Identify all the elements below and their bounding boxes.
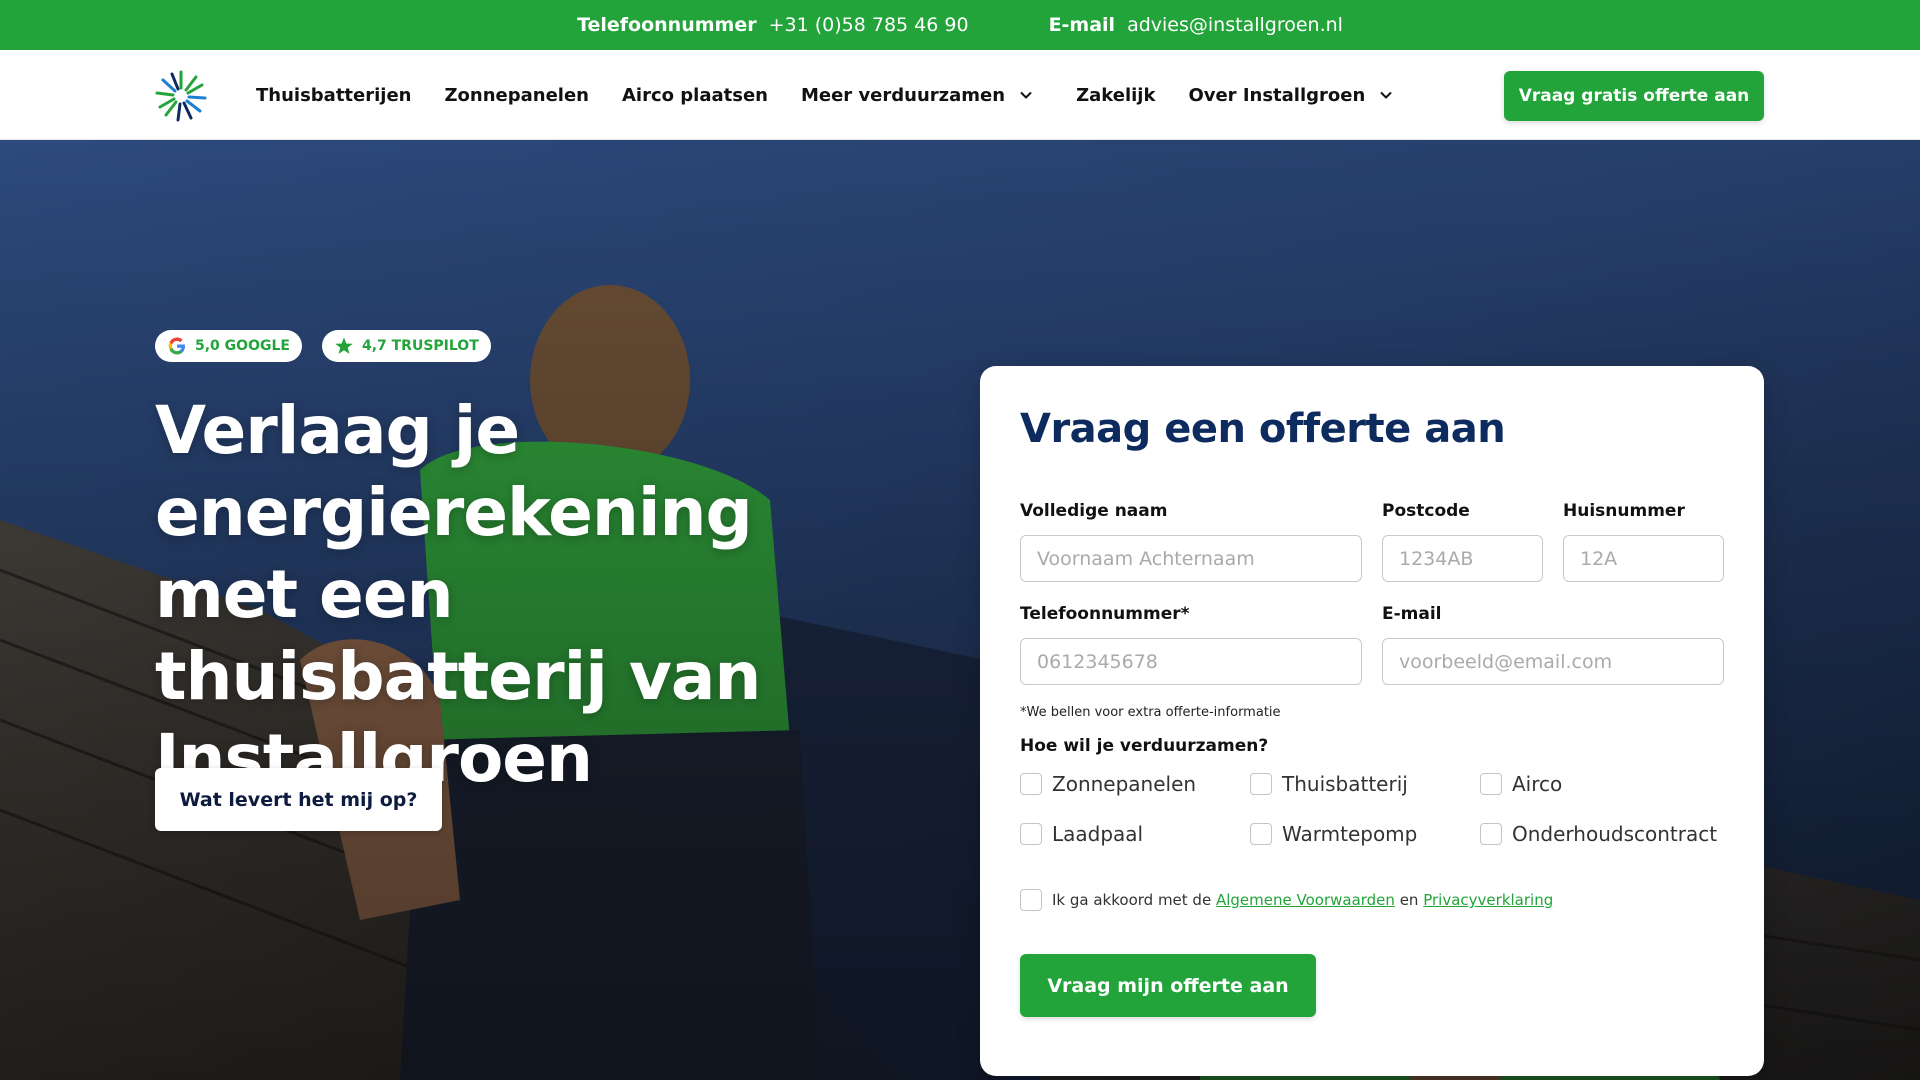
option-warmtepomp[interactable]: Warmtepomp (1250, 822, 1417, 846)
option-label: Airco (1512, 772, 1563, 796)
email-value[interactable]: advies@installgroen.nl (1127, 14, 1343, 36)
top-contact-bar: Telefoonnummer +31 (0)58 785 46 90 E-mai… (0, 0, 1920, 50)
terms-checkbox[interactable] (1020, 889, 1042, 911)
option-label: Zonnepanelen (1052, 772, 1197, 796)
checkbox[interactable] (1250, 823, 1272, 845)
rating-badges: 5,0 GOOGLE 4,7 TRUSPILOT (155, 330, 491, 362)
checkbox[interactable] (1020, 823, 1042, 845)
postcode-label: Postcode (1382, 501, 1470, 521)
terms-agreement: Ik ga akkoord met de Algemene Voorwaarde… (1020, 889, 1553, 911)
star-icon (335, 337, 353, 354)
checkbox[interactable] (1020, 773, 1042, 795)
google-rating-badge: 5,0 GOOGLE (155, 330, 302, 362)
option-laadpaal[interactable]: Laadpaal (1020, 822, 1143, 846)
email-field-label: E-mail (1382, 604, 1442, 624)
nav-item-over-installgroen[interactable]: Over Installgroen (1188, 85, 1393, 106)
email-label: E-mail (1048, 14, 1116, 36)
free-quote-button[interactable]: Vraag gratis offerte aan (1504, 71, 1764, 121)
quote-form-card: Vraag een offerte aan Volledige naam Pos… (980, 366, 1764, 1076)
phone-label: Telefoonnummer (577, 14, 757, 36)
submit-quote-button[interactable]: Vraag mijn offerte aan (1020, 954, 1316, 1017)
privacy-link[interactable]: Privacyverklaring (1423, 891, 1553, 909)
installgroen-logo-icon[interactable] (155, 70, 207, 122)
option-thuisbatterij[interactable]: Thuisbatterij (1250, 772, 1408, 796)
agree-conjunction: en (1399, 891, 1419, 909)
chevron-down-icon (1020, 91, 1032, 99)
google-rating-text: 5,0 GOOGLE (195, 338, 290, 354)
phone-note: *We bellen voor extra offerte-informatie (1020, 705, 1281, 720)
phone-value[interactable]: +31 (0)58 785 46 90 (769, 14, 969, 36)
phone-field-label: Telefoonnummer* (1020, 604, 1190, 624)
option-airco[interactable]: Airco (1480, 772, 1562, 796)
option-label: Laadpaal (1052, 822, 1144, 846)
name-label: Volledige naam (1020, 501, 1168, 521)
trustpilot-rating-badge: 4,7 TRUSPILOT (321, 330, 491, 362)
option-label: Thuisbatterij (1282, 772, 1408, 796)
nav-label: Thuisbatterijen (256, 84, 412, 106)
nav-label: Zonnepanelen (444, 84, 589, 106)
option-zonnepanelen[interactable]: Zonnepanelen (1020, 772, 1196, 796)
sustainability-question: Hoe wil je verduurzamen? (1020, 736, 1269, 756)
option-onderhoudscontract[interactable]: Onderhoudscontract (1480, 822, 1717, 846)
savings-button[interactable]: Wat levert het mij op? (155, 768, 442, 831)
form-title: Vraag een offerte aan (1020, 406, 1506, 452)
phone-field[interactable] (1020, 638, 1362, 685)
checkbox[interactable] (1250, 773, 1272, 795)
housenumber-field[interactable] (1563, 535, 1724, 582)
main-nav: Thuisbatterijen Zonnepanelen Airco plaat… (0, 50, 1920, 140)
nav-item-meer-verduurzamen[interactable]: Meer verduurzamen (801, 85, 1033, 106)
checkbox[interactable] (1480, 773, 1502, 795)
google-icon (168, 337, 185, 355)
nav-item-thuisbatterijen[interactable]: Thuisbatterijen (256, 85, 411, 106)
nav-label: Over Installgroen (1188, 84, 1366, 106)
housenumber-label: Huisnummer (1563, 501, 1685, 521)
chevron-down-icon (1380, 91, 1393, 99)
nav-item-zonnepanelen[interactable]: Zonnepanelen (444, 85, 589, 106)
option-label: Warmtepomp (1282, 822, 1418, 846)
trustpilot-rating-text: 4,7 TRUSPILOT (361, 338, 479, 354)
terms-link[interactable]: Algemene Voorwaarden (1216, 891, 1395, 909)
hero-section: 5,0 GOOGLE 4,7 TRUSPILOT Verlaag je ener… (0, 140, 1920, 1080)
nav-label: Meer verduurzamen (800, 84, 1006, 106)
option-label: Onderhoudscontract (1512, 822, 1718, 846)
nav-item-zakelijk[interactable]: Zakelijk (1076, 85, 1155, 106)
agree-text: Ik ga akkoord met de (1052, 891, 1212, 909)
nav-item-airco[interactable]: Airco plaatsen (622, 85, 768, 106)
nav-label: Airco plaatsen (622, 84, 768, 106)
nav-label: Zakelijk (1076, 84, 1156, 106)
checkbox[interactable] (1480, 823, 1502, 845)
topbar-email[interactable]: E-mail advies@installgroen.nl (1049, 14, 1343, 36)
postcode-field[interactable] (1382, 535, 1543, 582)
email-field[interactable] (1382, 638, 1724, 685)
name-field[interactable] (1020, 535, 1362, 582)
topbar-phone[interactable]: Telefoonnummer +31 (0)58 785 46 90 (577, 14, 969, 36)
hero-title: Verlaag je energierekening met een thuis… (155, 392, 761, 797)
nav-menu: Thuisbatterijen Zonnepanelen Airco plaat… (256, 50, 1393, 140)
